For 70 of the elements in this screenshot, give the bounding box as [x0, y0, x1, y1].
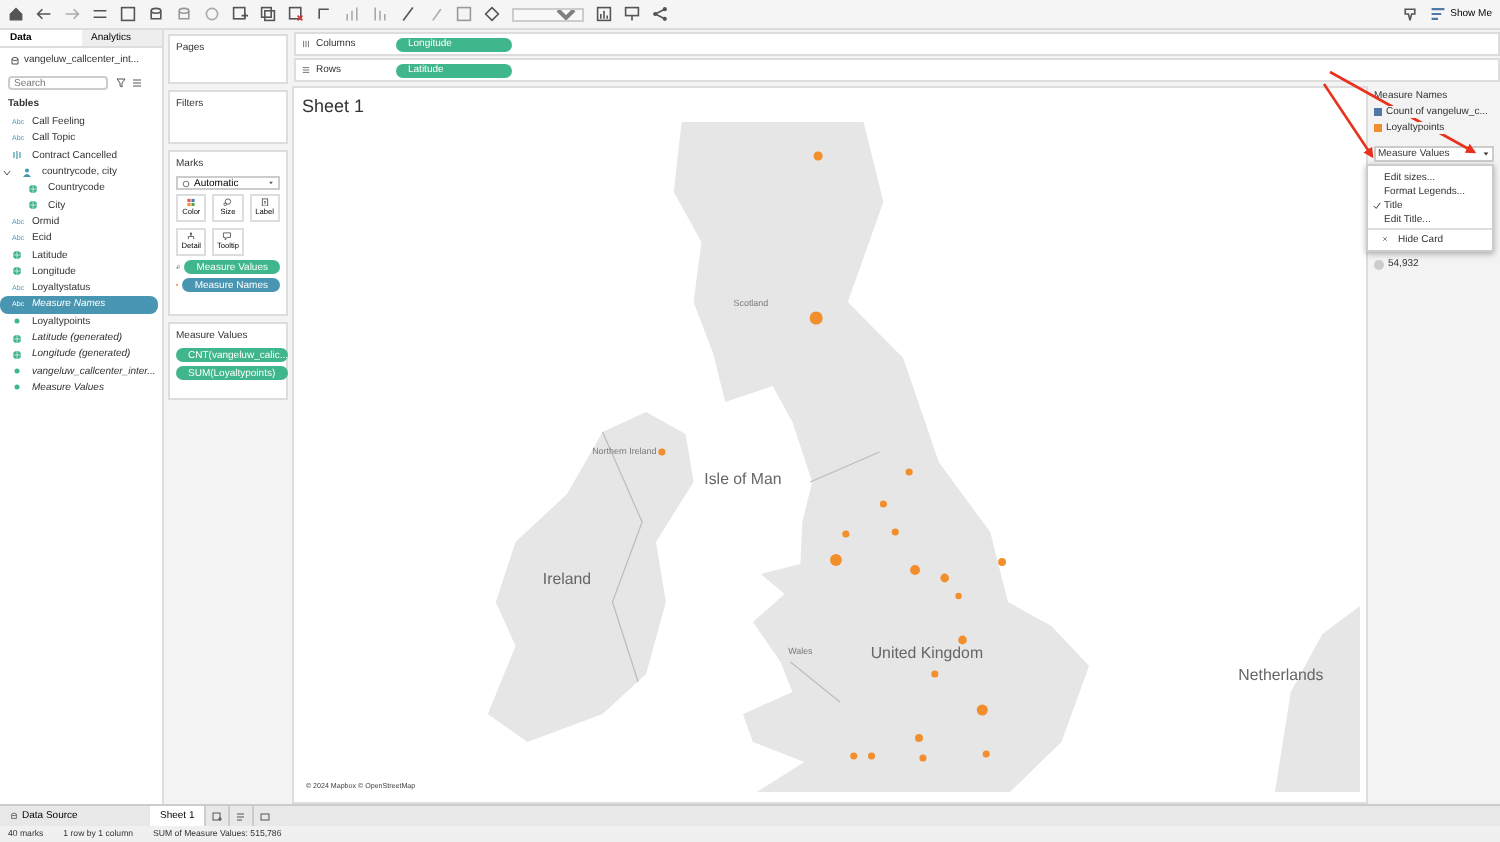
boolean-type-icon — [12, 150, 22, 161]
chart-bars-icon — [1430, 6, 1447, 22]
view-options-icon — [132, 78, 142, 88]
new-sheet-icon — [232, 6, 248, 22]
database-add-icon — [148, 6, 164, 22]
globe-icon — [28, 200, 38, 211]
home-icon — [8, 6, 24, 22]
new-dashboard-icon[interactable] — [236, 811, 247, 821]
globe-icon — [12, 333, 22, 343]
globe-icon — [12, 250, 22, 261]
caret-icon[interactable] — [1482, 150, 1490, 158]
circle-icon — [204, 6, 220, 22]
map-marker[interactable] — [958, 635, 967, 645]
map-marker[interactable] — [830, 554, 842, 566]
map-marker[interactable] — [915, 734, 923, 742]
map-marker[interactable] — [982, 750, 990, 758]
map-marker[interactable] — [813, 151, 823, 161]
caret-icon — [268, 180, 274, 186]
map-marker[interactable] — [891, 528, 899, 536]
database-icon — [176, 6, 192, 22]
filter-icon — [116, 78, 126, 88]
map-marker[interactable] — [658, 448, 666, 456]
map-label: United Kingdom — [870, 643, 984, 662]
map-marker[interactable] — [879, 500, 887, 508]
map-marker[interactable] — [850, 752, 858, 760]
map-label: Isle of Man — [704, 469, 782, 488]
database-icon — [10, 812, 18, 820]
measure-icon — [12, 316, 22, 327]
tooltip-pin-icon — [1402, 6, 1419, 22]
map-marker[interactable] — [940, 573, 950, 583]
size-icon — [176, 262, 181, 272]
globe-icon — [12, 266, 22, 277]
circle-icon — [182, 179, 190, 187]
map-marker[interactable] — [919, 754, 927, 762]
map-marker[interactable] — [998, 558, 1006, 566]
color-icon — [186, 198, 197, 207]
tooltip-icon — [222, 232, 233, 241]
new-story-icon[interactable] — [260, 811, 271, 821]
highlighter-icon — [400, 6, 416, 22]
new-worksheet-icon[interactable] — [212, 811, 223, 821]
map-marker[interactable] — [931, 670, 939, 678]
sheet-title: Sheet 1 — [300, 94, 367, 120]
share-icon — [652, 6, 668, 22]
duplicate-sheet-icon — [260, 6, 276, 22]
label-icon — [259, 198, 270, 207]
presentation-icon — [624, 6, 640, 22]
sort-ascending-icon — [344, 6, 360, 22]
map-label: Netherlands — [1238, 665, 1324, 684]
size-icon — [222, 198, 233, 207]
map-marker[interactable] — [955, 592, 962, 600]
map-marker[interactable] — [905, 468, 913, 476]
map-marker[interactable] — [809, 311, 823, 325]
right-arrow-icon — [64, 6, 80, 22]
map-marker[interactable] — [842, 530, 850, 538]
globe-icon — [12, 349, 22, 360]
map-marker[interactable] — [867, 752, 876, 760]
rows-icon — [302, 66, 310, 74]
size-circle-icon — [1374, 259, 1384, 269]
globe-icon — [28, 183, 38, 194]
clear-sheet-icon — [288, 6, 304, 22]
columns-icon — [302, 40, 310, 48]
map-marker[interactable] — [910, 565, 920, 575]
bar-chart-icon — [596, 6, 612, 22]
map-label: Ireland — [542, 569, 592, 588]
database-icon — [10, 55, 20, 65]
close-icon — [1382, 236, 1388, 242]
detail-icon — [186, 232, 197, 241]
map-marker[interactable] — [976, 704, 988, 716]
left-arrow-icon — [36, 6, 52, 22]
sort-descending-icon — [372, 6, 388, 22]
